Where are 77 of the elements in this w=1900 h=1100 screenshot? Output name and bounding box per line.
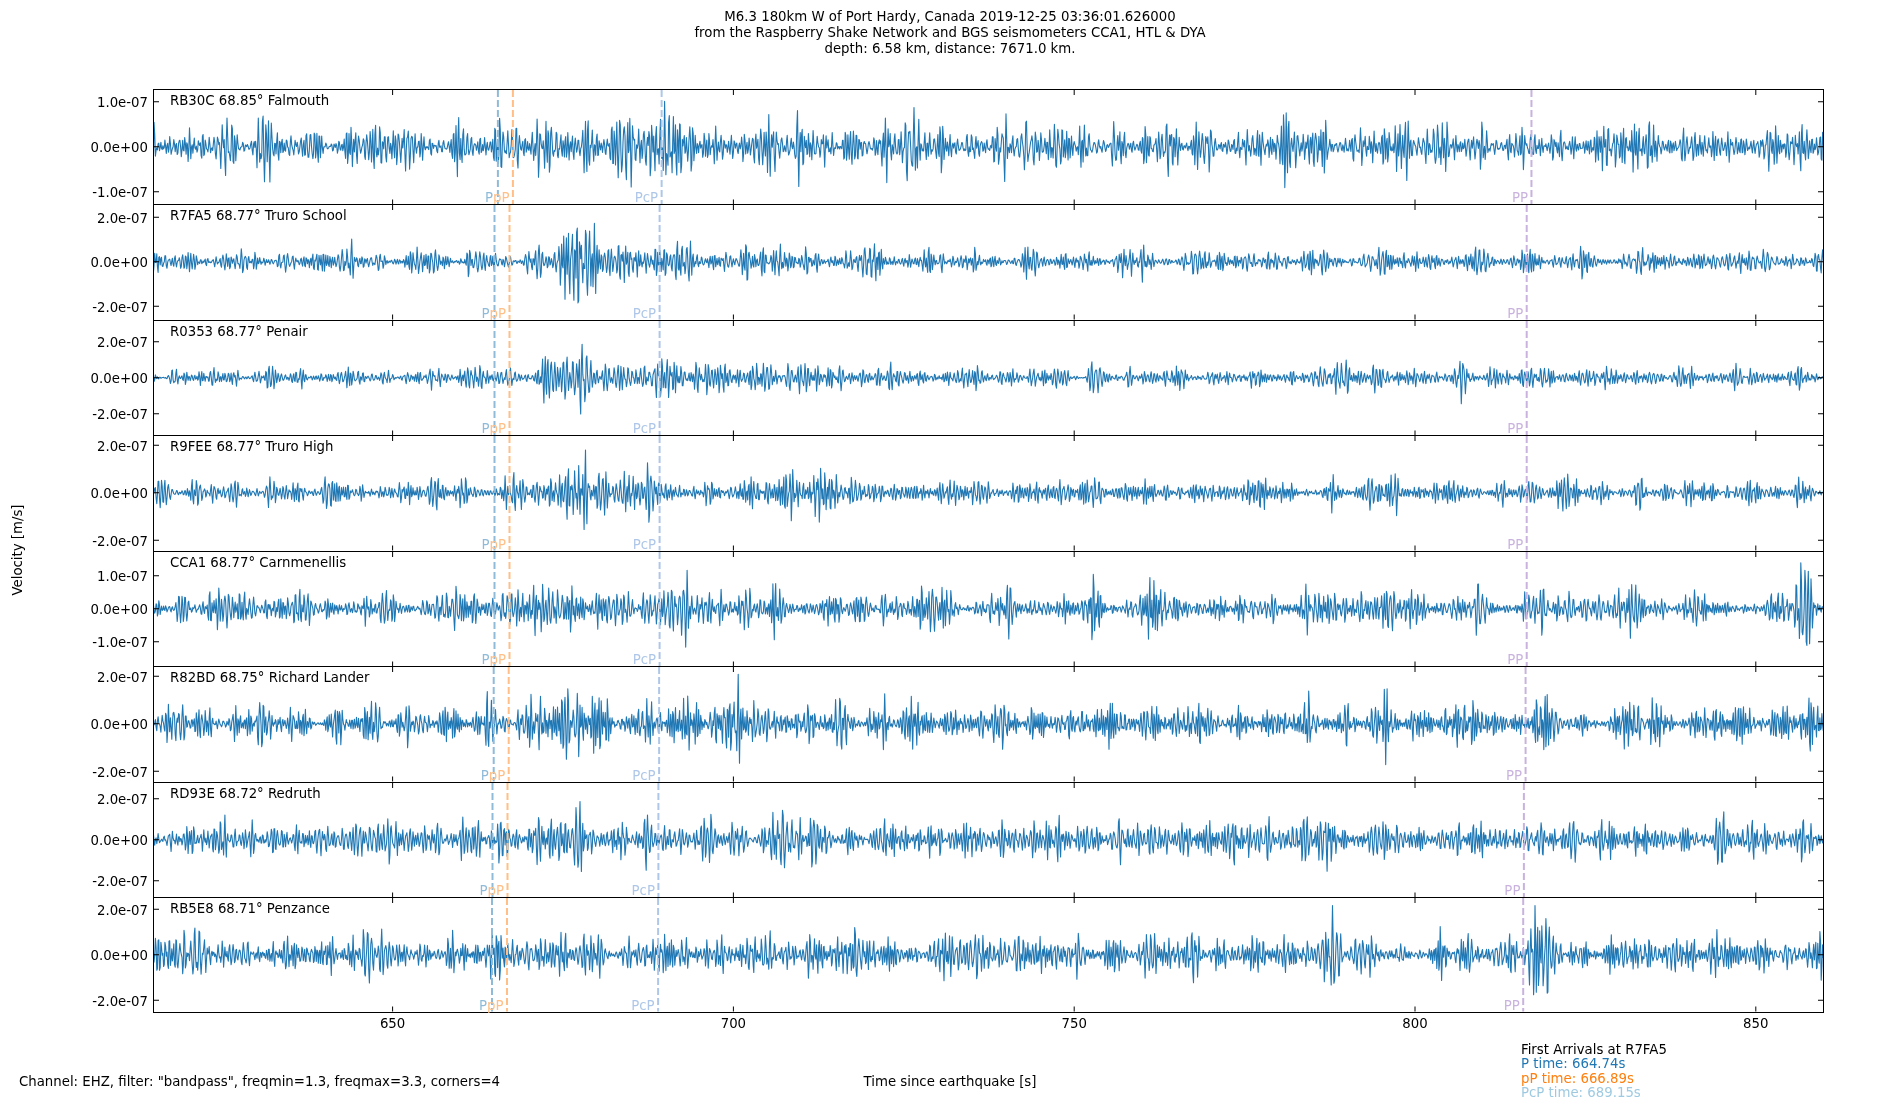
y-tick-label: 2.0e-07 xyxy=(96,791,148,807)
phase-label: P xyxy=(480,767,489,783)
phase-label: P xyxy=(481,305,490,321)
phase-label: PP xyxy=(1503,997,1520,1013)
filter-note: Channel: EHZ, filter: "bandpass", freqmin=1.3, freqmax=3.3, corners=4 xyxy=(19,1073,500,1089)
y-tick-label: 0.0e+00 xyxy=(90,255,148,271)
x-tick-label: 700 xyxy=(720,1015,747,1031)
y-tick-label: 2.0e-07 xyxy=(96,438,148,454)
x-tick-label: 800 xyxy=(1402,1015,1428,1031)
y-tick-label: -2.0e-07 xyxy=(92,406,148,422)
x-tick-label: 750 xyxy=(1061,1015,1087,1031)
phase-label: PP xyxy=(1507,421,1524,436)
phase-label: pP xyxy=(489,652,506,667)
y-tick-label: -2.0e-07 xyxy=(92,873,148,889)
y-tick-label: -2.0e-07 xyxy=(92,533,148,549)
phase-label: PcP xyxy=(632,421,657,436)
y-tick-label: -2.0e-07 xyxy=(92,764,148,780)
plot-title: M6.3 180km W of Port Hardy, Canada 2019-12-25 03:36:01.626000 from the Raspberry Shake Network and BGS seismometers CCA1, HTL & DYA depth: 6.58 km, distance: 7671.0 km. xyxy=(694,9,1206,57)
phase-label: PcP xyxy=(632,305,657,321)
station-label: R0353 68.77° Penair xyxy=(170,323,308,339)
y-tick-label: 0.0e+00 xyxy=(90,601,148,617)
phase-label: PcP xyxy=(631,997,655,1013)
y-tick-label: 2.0e-07 xyxy=(96,669,148,685)
y-tick-label: 0.0e+00 xyxy=(90,832,148,848)
y-tick-label: -2.0e-07 xyxy=(92,299,148,315)
phase-label: PcP xyxy=(632,536,657,552)
phase-label: PP xyxy=(1507,536,1524,552)
phase-label: PP xyxy=(1507,652,1524,667)
legend-entry: P time: 664.74s xyxy=(1521,1057,1627,1072)
y-tick-label: 0.0e+00 xyxy=(90,486,148,502)
phase-label: pP xyxy=(489,536,506,552)
y-tick-label: -1.0e-07 xyxy=(92,184,148,200)
station-label: RB30C 68.85° Falmouth xyxy=(170,92,330,108)
y-axis-label: Velocity [m/s] xyxy=(9,504,25,596)
y-tick-label: 0.0e+00 xyxy=(90,370,148,386)
legend-title: First Arrivals at R7FA5 xyxy=(1521,1043,1667,1057)
phase-label: PcP xyxy=(634,190,659,205)
y-tick-label: 1.0e-07 xyxy=(96,94,148,110)
station-label: RB5E8 68.71° Penzance xyxy=(170,901,331,916)
y-tick-label: 2.0e-07 xyxy=(96,902,148,918)
y-tick-label: 0.0e+00 xyxy=(90,139,148,155)
phase-label: P xyxy=(481,652,490,667)
y-tick-label: 1.0e-07 xyxy=(96,568,148,584)
phase-label: P xyxy=(481,536,490,552)
y-tick-label: 2.0e-07 xyxy=(96,334,148,350)
y-tick-label: 2.0e-07 xyxy=(96,210,148,226)
phase-label: PcP xyxy=(631,883,655,898)
phase-label: PP xyxy=(1504,883,1521,898)
phase-label: pP xyxy=(487,883,504,898)
phase-label: P xyxy=(484,190,493,205)
legend-entry: PcP time: 689.15s xyxy=(1521,1085,1642,1100)
station-label: RD93E 68.72° Redruth xyxy=(170,785,321,801)
x-tick-label: 850 xyxy=(1743,1015,1769,1031)
phase-label: PcP xyxy=(632,767,656,783)
legend-entry: pP time: 666.89s xyxy=(1521,1071,1635,1086)
phase-label: PP xyxy=(1507,305,1524,321)
phase-label: pP xyxy=(487,997,504,1013)
phase-label: P xyxy=(479,883,488,898)
phase-label: pP xyxy=(489,421,506,436)
y-tick-label: -1.0e-07 xyxy=(92,634,148,650)
phase-label: pP xyxy=(492,190,510,205)
x-tick-label: 650 xyxy=(379,1015,406,1031)
station-label: CCA1 68.77° Carnmenellis xyxy=(170,554,347,570)
phase-label: P xyxy=(479,997,488,1013)
phase-label: pP xyxy=(488,767,506,783)
phase-label: PP xyxy=(1511,190,1528,205)
y-tick-label: 0.0e+00 xyxy=(90,948,148,964)
y-tick-label: -2.0e-07 xyxy=(92,993,148,1009)
x-axis-label: Time since earthquake [s] xyxy=(863,1073,1037,1089)
phase-label: PP xyxy=(1506,767,1523,783)
phase-label: PcP xyxy=(632,652,657,667)
phase-label: P xyxy=(481,421,490,436)
station-label: R7FA5 68.77° Truro School xyxy=(170,208,347,223)
phase-label: pP xyxy=(489,305,506,321)
station-label: R82BD 68.75° Richard Lander xyxy=(170,670,370,685)
y-tick-label: 0.0e+00 xyxy=(90,717,148,733)
station-label: R9FEE 68.77° Truro High xyxy=(170,439,334,454)
